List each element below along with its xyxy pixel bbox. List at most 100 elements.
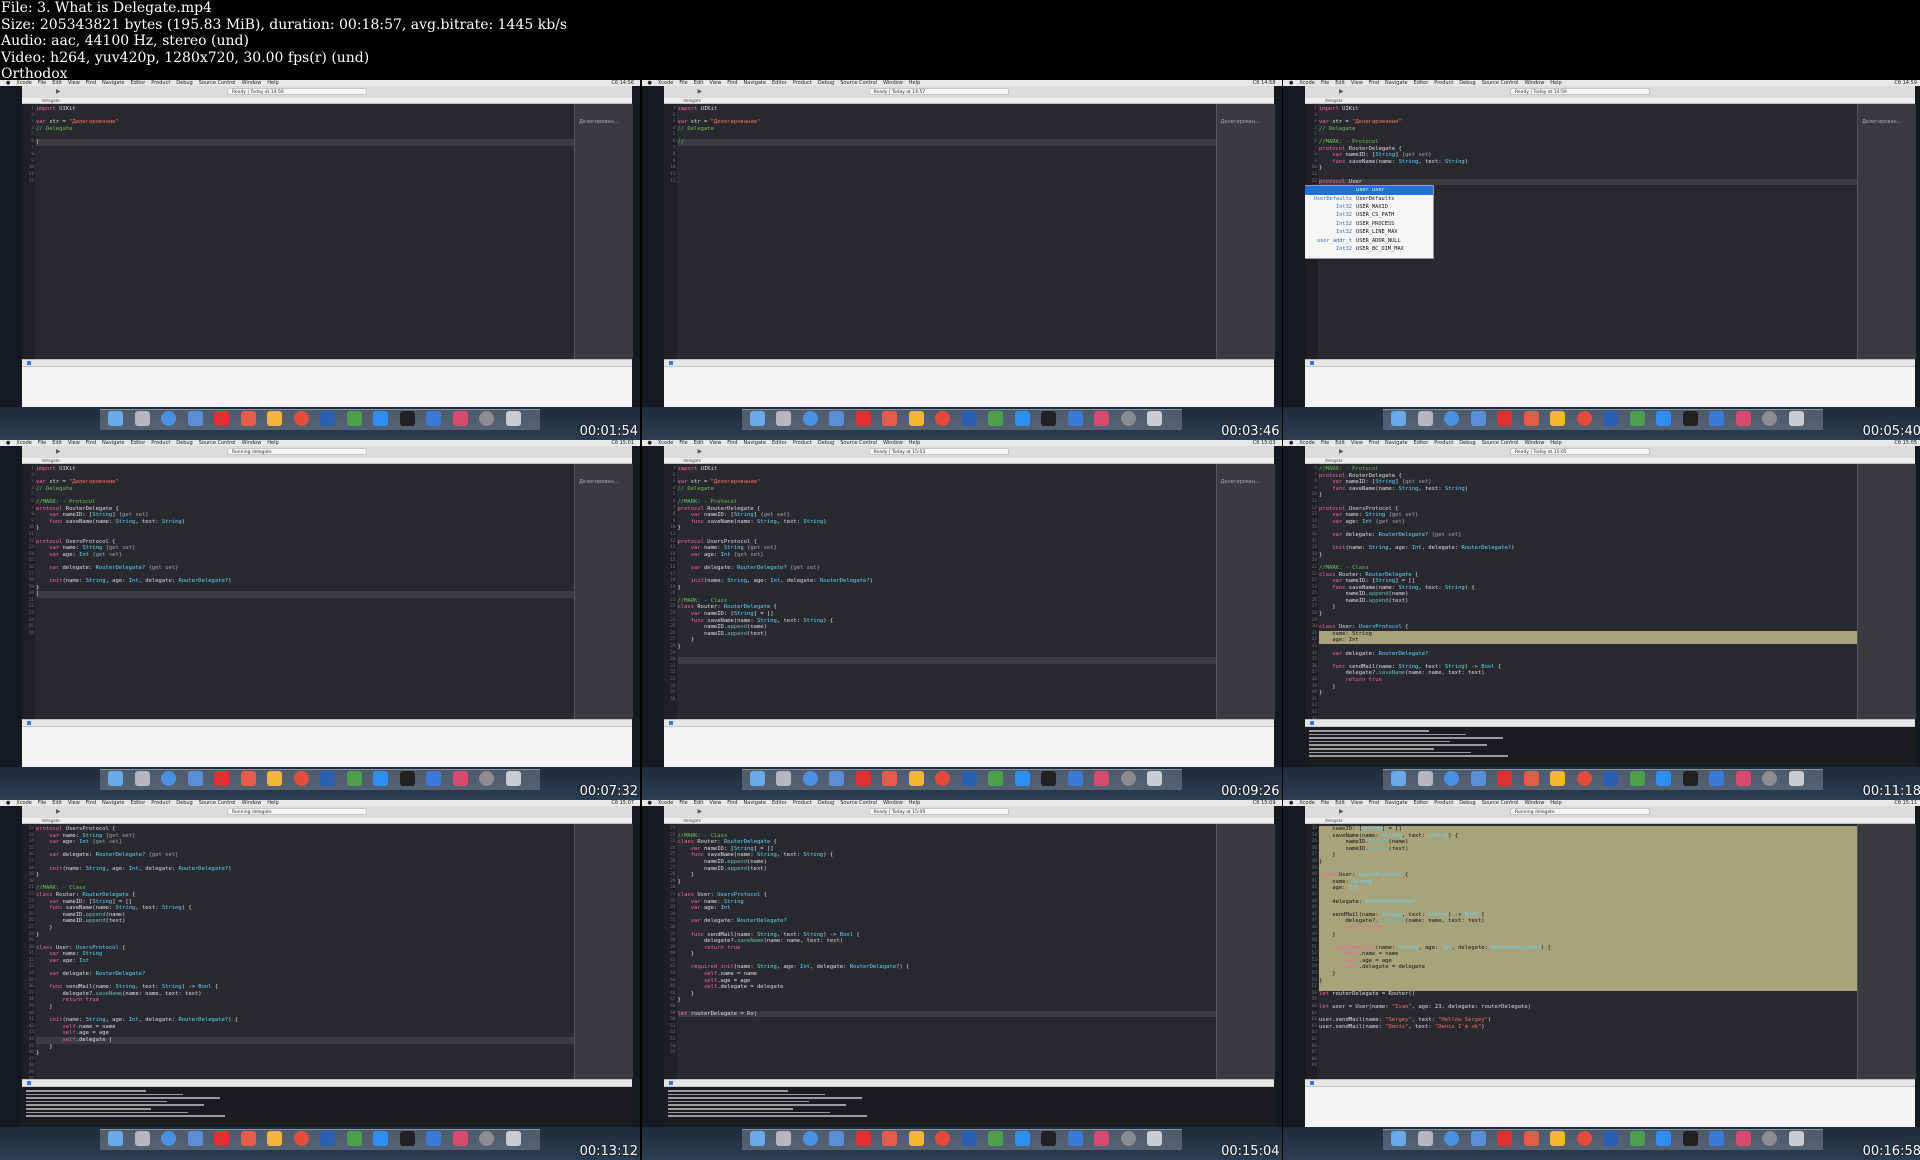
chrome-icon[interactable] — [1576, 411, 1592, 426]
run-icon[interactable]: ▶ — [698, 448, 703, 455]
debug-console[interactable] — [22, 359, 632, 408]
appstore-icon[interactable] — [1014, 411, 1030, 426]
youtube-icon[interactable] — [214, 1131, 229, 1146]
mail-icon[interactable] — [829, 771, 844, 786]
run-icon[interactable] — [27, 1081, 31, 1085]
preferences-icon[interactable] — [479, 411, 494, 426]
photos-icon[interactable] — [908, 1131, 924, 1146]
debug-console[interactable] — [663, 719, 1274, 768]
chrome-icon[interactable] — [1576, 1131, 1592, 1146]
preferences-icon[interactable] — [1762, 411, 1777, 426]
photos-icon[interactable] — [1550, 771, 1565, 786]
launchpad-icon[interactable] — [776, 771, 791, 786]
run-icon[interactable] — [27, 721, 31, 725]
appstore-icon[interactable] — [373, 1131, 388, 1146]
trash-icon[interactable] — [1147, 1131, 1162, 1146]
chrome-icon[interactable] — [1576, 771, 1592, 786]
safari-icon[interactable] — [161, 771, 176, 786]
launchpad-icon[interactable] — [134, 411, 150, 426]
maps-icon[interactable] — [1629, 1131, 1645, 1146]
youtube-icon[interactable] — [855, 1131, 871, 1146]
launchpad-icon[interactable] — [1417, 1131, 1433, 1146]
xcode-icon[interactable] — [426, 411, 441, 426]
finder-icon[interactable] — [108, 771, 123, 786]
autocomplete-item[interactable]: user_addr_t USER_ADDR_NULL — [1305, 237, 1433, 245]
finder-icon[interactable] — [749, 1131, 765, 1146]
mail-icon[interactable] — [187, 1131, 203, 1146]
debug-console[interactable] — [663, 1079, 1274, 1128]
run-icon[interactable]: ▶ — [56, 808, 61, 815]
mail-icon[interactable] — [187, 771, 203, 786]
word-icon[interactable] — [1603, 771, 1618, 786]
mail-icon[interactable] — [187, 411, 203, 426]
calendar-icon[interactable] — [882, 1131, 897, 1146]
calendar-icon[interactable] — [1523, 1131, 1539, 1146]
music-icon[interactable] — [452, 1131, 468, 1146]
chrome-icon[interactable] — [935, 771, 950, 786]
calendar-icon[interactable] — [882, 771, 897, 786]
source-code[interactable]: //MARK: - Class class Router: RouterDeleg… — [677, 826, 1216, 1018]
chrome-icon[interactable] — [935, 411, 950, 426]
run-icon[interactable]: ▶ — [1339, 88, 1344, 95]
terminal-icon[interactable] — [399, 411, 415, 426]
maps-icon[interactable] — [1629, 771, 1645, 786]
trash-icon[interactable] — [505, 1131, 521, 1146]
trash-icon[interactable] — [505, 411, 521, 426]
safari-icon[interactable] — [802, 1131, 818, 1146]
xcode-icon[interactable] — [1709, 1131, 1724, 1146]
apple-icon[interactable]: ● — [1289, 440, 1293, 446]
run-icon[interactable]: ▶ — [1339, 808, 1344, 815]
photos-icon[interactable] — [1550, 1131, 1565, 1146]
chrome-icon[interactable] — [293, 411, 309, 426]
source-code[interactable]: nameID: [String] = [] saveName(name: Str… — [1319, 826, 1857, 1030]
run-icon[interactable]: ▶ — [698, 808, 703, 815]
terminal-icon[interactable] — [1041, 771, 1056, 786]
apple-icon[interactable]: ● — [1289, 80, 1293, 86]
xcode-icon[interactable] — [1067, 771, 1083, 786]
xcode-icon[interactable] — [1067, 411, 1083, 426]
music-icon[interactable] — [1735, 771, 1751, 786]
apple-icon[interactable]: ● — [6, 80, 10, 86]
run-icon[interactable]: ▶ — [698, 88, 703, 95]
source-code[interactable]: //MARK: - Protocol protocol RouterDelegat… — [1319, 466, 1857, 697]
apple-icon[interactable]: ● — [6, 440, 10, 446]
preferences-icon[interactable] — [479, 1131, 494, 1146]
word-icon[interactable] — [1603, 1131, 1618, 1146]
preferences-icon[interactable] — [479, 771, 494, 786]
safari-icon[interactable] — [802, 411, 818, 426]
apple-icon[interactable]: ● — [6, 800, 10, 806]
autocomplete-item[interactable]: Int32 USER_BC_DIM_MAX — [1305, 245, 1433, 253]
trash-icon[interactable] — [1788, 771, 1804, 786]
debug-console[interactable] — [22, 719, 632, 768]
safari-icon[interactable] — [161, 1131, 176, 1146]
finder-icon[interactable] — [1391, 771, 1406, 786]
maps-icon[interactable] — [346, 771, 362, 786]
music-icon[interactable] — [452, 771, 468, 786]
music-icon[interactable] — [1094, 771, 1109, 786]
trash-icon[interactable] — [1788, 411, 1804, 426]
xcode-icon[interactable] — [426, 1131, 441, 1146]
photos-icon[interactable] — [267, 771, 282, 786]
appstore-icon[interactable] — [1014, 771, 1030, 786]
run-icon[interactable] — [1310, 361, 1314, 365]
safari-icon[interactable] — [1444, 771, 1459, 786]
calendar-icon[interactable] — [1523, 411, 1539, 426]
music-icon[interactable] — [1735, 1131, 1751, 1146]
finder-icon[interactable] — [108, 411, 123, 426]
trash-icon[interactable] — [1147, 771, 1162, 786]
maps-icon[interactable] — [346, 411, 362, 426]
finder-icon[interactable] — [1391, 1131, 1406, 1146]
run-icon[interactable] — [1310, 721, 1314, 725]
photos-icon[interactable] — [267, 1131, 282, 1146]
word-icon[interactable] — [961, 411, 977, 426]
calendar-icon[interactable] — [1523, 771, 1539, 786]
chrome-icon[interactable] — [293, 1131, 309, 1146]
trash-icon[interactable] — [1788, 1131, 1804, 1146]
maps-icon[interactable] — [346, 1131, 362, 1146]
source-code[interactable]: protocol UsersProtocol { var name: Strin… — [36, 826, 574, 1057]
autocomplete-item[interactable]: Int32 USER_MAXID — [1305, 203, 1433, 211]
xcode-icon[interactable] — [426, 771, 441, 786]
code-editor[interactable]: 12 13 14 15 16 17 18 19 20 21 22 23 24 2… — [22, 824, 574, 1079]
preferences-icon[interactable] — [1120, 411, 1136, 426]
autocomplete-item[interactable]: Int32 USER_LINE_MAX — [1305, 228, 1433, 236]
